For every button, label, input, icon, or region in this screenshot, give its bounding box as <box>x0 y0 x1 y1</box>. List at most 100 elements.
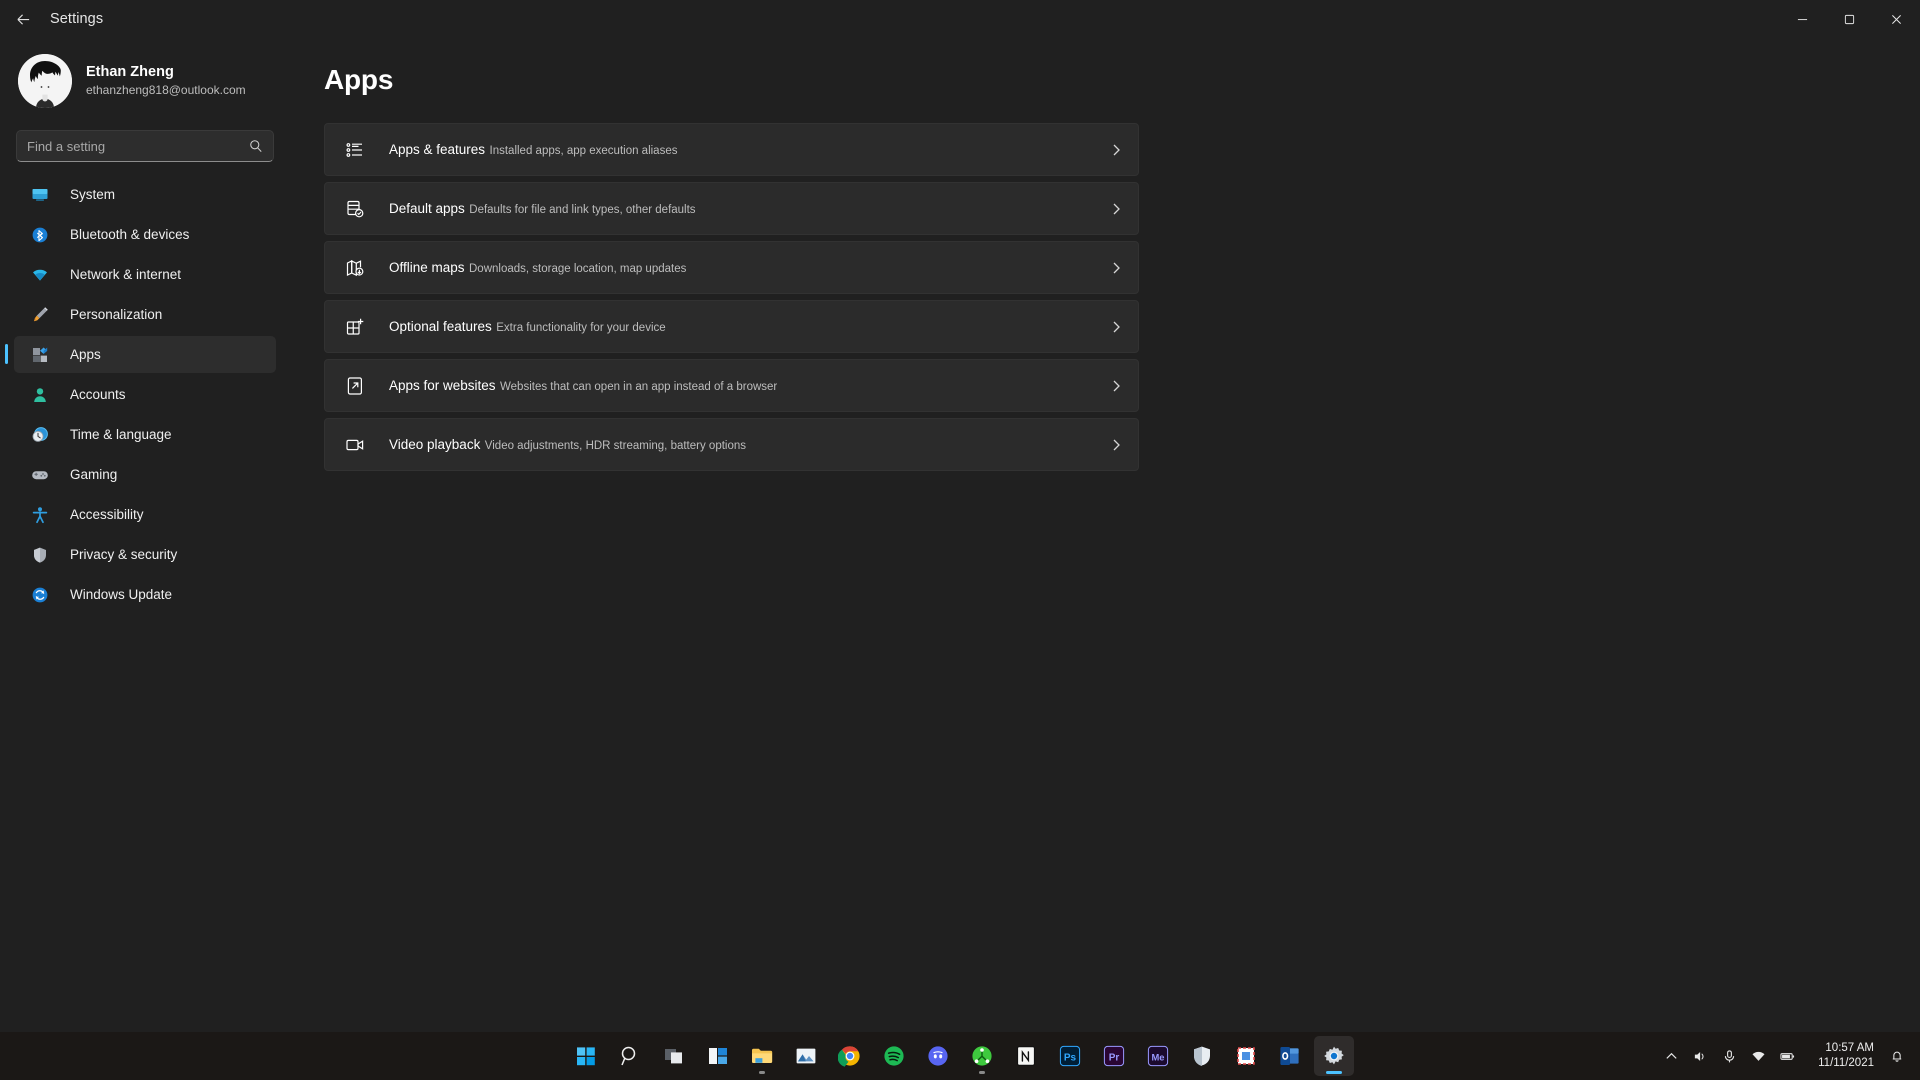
sidebar-item-apps[interactable]: Apps <box>5 336 276 373</box>
sidebar-item-gaming[interactable]: Gaming <box>14 456 276 493</box>
sidebar-item-label: Personalization <box>70 307 163 322</box>
sidebar-item-label: Accessibility <box>70 507 144 522</box>
active-indicator <box>1326 1071 1342 1074</box>
photos-button[interactable] <box>786 1036 826 1076</box>
settings-card-apps-features[interactable]: Apps & features Installed apps, app exec… <box>324 123 1139 176</box>
task-view-button[interactable] <box>654 1036 694 1076</box>
card-title: Optional features <box>389 318 492 334</box>
bitdefender-shield-icon <box>1194 1046 1210 1066</box>
apps-features-icon <box>343 138 367 162</box>
battery-icon <box>1780 1052 1794 1060</box>
card-subtitle: Defaults for file and link types, other … <box>469 203 696 216</box>
notifications-button[interactable] <box>1886 1040 1908 1072</box>
bitdefender-button[interactable] <box>1182 1036 1222 1076</box>
snipping-tool-button[interactable] <box>1226 1036 1266 1076</box>
card-text: Optional features Extra functionality fo… <box>389 318 1108 336</box>
personalization-icon <box>30 305 50 325</box>
search-taskbar-button[interactable] <box>610 1036 650 1076</box>
photoshop-button[interactable]: Ps <box>1050 1036 1090 1076</box>
gear-icon <box>1324 1046 1344 1065</box>
discord-button[interactable] <box>918 1036 958 1076</box>
widgets-button[interactable] <box>698 1036 738 1076</box>
system-icon <box>30 185 50 205</box>
settings-card-optional-features[interactable]: Optional features Extra functionality fo… <box>324 300 1139 353</box>
card-text: Apps & features Installed apps, app exec… <box>389 141 1108 159</box>
show-hidden-icons-button[interactable] <box>1658 1040 1684 1072</box>
search-input[interactable] <box>27 138 249 154</box>
sidebar: Ethan Zheng ethanzheng818@outlook.com Fi… <box>0 38 290 1080</box>
window-title: Settings <box>50 11 104 27</box>
card-subtitle: Installed apps, app execution aliases <box>489 144 678 157</box>
sidebar-item-time-language[interactable]: Time & language <box>14 416 276 453</box>
card-title: Apps & features <box>389 141 486 157</box>
sidebar-item-bluetooth-devices[interactable]: Bluetooth & devices <box>14 216 276 253</box>
card-subtitle: Extra functionality for your device <box>496 321 666 334</box>
card-subtitle: Downloads, storage location, map updates <box>469 262 687 275</box>
chevron-right-icon <box>1108 260 1124 276</box>
settings-card-list: Apps & features Installed apps, app exec… <box>324 123 1139 471</box>
sidebar-item-system[interactable]: System <box>14 176 276 213</box>
clock[interactable]: 10:57 AM 11/11/2021 <box>1810 1037 1882 1075</box>
network-tray-button[interactable] <box>1745 1040 1771 1072</box>
teamviewer-button[interactable] <box>962 1036 1002 1076</box>
sidebar-item-label: Network & internet <box>70 267 182 282</box>
sidebar-item-label: Windows Update <box>70 587 173 602</box>
minimize-button[interactable] <box>1779 0 1826 38</box>
settings-window: Settings Ethan Zheng ethanzheng818@outlo… <box>0 0 1920 1080</box>
time-language-icon <box>30 425 50 445</box>
taskbar-apps: Ps Pr Me <box>566 1036 1354 1076</box>
sidebar-item-network-internet[interactable]: Network & internet <box>14 256 276 293</box>
settings-taskbar-button[interactable] <box>1314 1036 1354 1076</box>
premiere-button[interactable]: Pr <box>1094 1036 1134 1076</box>
volume-tray-button[interactable] <box>1687 1040 1713 1072</box>
sidebar-item-personalization[interactable]: Personalization <box>14 296 276 333</box>
sidebar-item-windows-update[interactable]: Windows Update <box>14 576 276 613</box>
spotify-button[interactable] <box>874 1036 914 1076</box>
close-button[interactable] <box>1873 0 1920 38</box>
sidebar-item-privacy-security[interactable]: Privacy & security <box>14 536 276 573</box>
premiere-icon: Pr <box>1103 1045 1125 1067</box>
settings-card-default-apps[interactable]: Default apps Defaults for file and link … <box>324 182 1139 235</box>
card-title: Apps for websites <box>389 377 496 393</box>
settings-card-apps-for-websites[interactable]: Apps for websites Websites that can open… <box>324 359 1139 412</box>
back-arrow-icon <box>16 13 29 25</box>
accessibility-icon <box>30 505 50 525</box>
card-text: Offline maps Downloads, storage location… <box>389 259 1108 277</box>
search-box[interactable] <box>16 130 274 162</box>
file-explorer-button[interactable] <box>742 1036 782 1076</box>
notion-icon <box>1017 1046 1035 1066</box>
outlook-button[interactable] <box>1270 1036 1310 1076</box>
offline-maps-icon <box>343 256 367 280</box>
chevron-up-icon <box>1666 1052 1677 1059</box>
microphone-tray-button[interactable] <box>1716 1040 1742 1072</box>
back-button[interactable] <box>6 4 40 34</box>
sidebar-item-accessibility[interactable]: Accessibility <box>14 496 276 533</box>
settings-card-offline-maps[interactable]: Offline maps Downloads, storage location… <box>324 241 1139 294</box>
media-encoder-button[interactable]: Me <box>1138 1036 1178 1076</box>
avatar-image <box>18 54 72 108</box>
microphone-icon <box>1724 1049 1734 1062</box>
chrome-button[interactable] <box>830 1036 870 1076</box>
notion-button[interactable] <box>1006 1036 1046 1076</box>
privacy-security-icon <box>30 545 50 565</box>
user-profile[interactable]: Ethan Zheng ethanzheng818@outlook.com <box>18 54 290 108</box>
snipping-tool-icon <box>1237 1047 1255 1065</box>
settings-card-video-playback[interactable]: Video playback Video adjustments, HDR st… <box>324 418 1139 471</box>
default-apps-icon <box>343 197 367 221</box>
windows-update-icon <box>30 585 50 605</box>
gaming-icon <box>30 465 50 485</box>
start-button[interactable] <box>566 1036 606 1076</box>
battery-tray-button[interactable] <box>1774 1040 1800 1072</box>
maximize-button[interactable] <box>1826 0 1873 38</box>
chevron-right-icon <box>1108 437 1124 453</box>
photos-icon <box>796 1048 816 1064</box>
bluetooth-icon <box>30 225 50 245</box>
card-subtitle: Video adjustments, HDR streaming, batter… <box>484 439 747 452</box>
windows-logo-icon <box>577 1047 595 1066</box>
sidebar-item-label: Time & language <box>70 427 172 442</box>
card-text: Default apps Defaults for file and link … <box>389 200 1108 218</box>
chevron-right-icon <box>1108 201 1124 217</box>
wifi-icon <box>1752 1051 1765 1061</box>
bell-icon <box>1892 1051 1902 1062</box>
sidebar-item-accounts[interactable]: Accounts <box>14 376 276 413</box>
